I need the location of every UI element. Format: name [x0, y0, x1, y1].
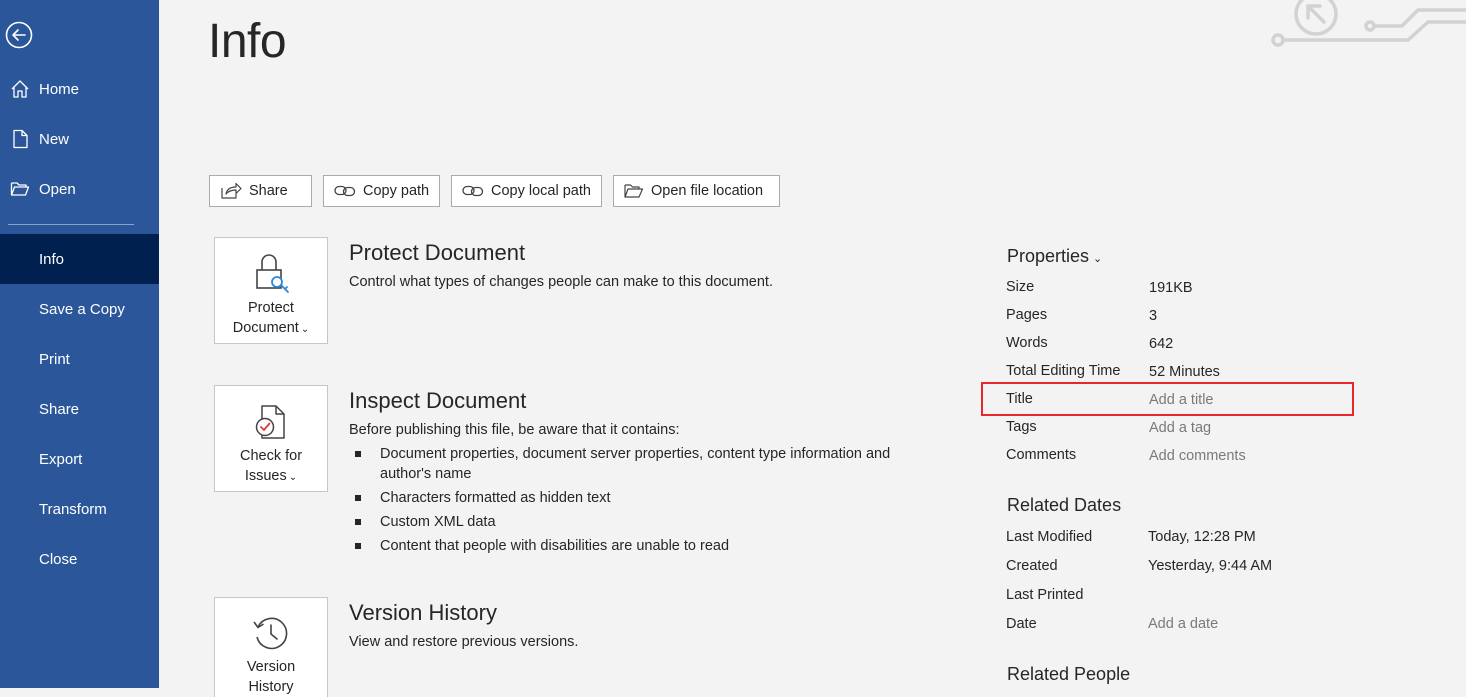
- version-history-description: View and restore previous versions.: [349, 634, 579, 650]
- copy-local-path-button[interactable]: Copy local path: [451, 175, 602, 207]
- back-button[interactable]: [4, 20, 34, 50]
- home-icon: [0, 79, 39, 99]
- tile-label-line: Issues: [244, 468, 287, 484]
- comments-field[interactable]: Add comments: [1149, 448, 1246, 464]
- backstage-sidebar: Home New Open Info Save a Copy Print Sha…: [0, 0, 159, 688]
- link-icon: [334, 184, 356, 198]
- new-document-icon: [0, 129, 39, 149]
- protect-document-button[interactable]: Protect Document ⌄: [214, 237, 328, 344]
- properties-heading: Properties: [1007, 246, 1090, 266]
- inspect-document-icon: [252, 398, 290, 442]
- chevron-down-icon: ⌄: [288, 472, 298, 483]
- protect-document-label: Protect Document ⌄: [233, 298, 309, 340]
- protect-document-description: Control what types of changes people can…: [349, 274, 773, 290]
- tile-label-line: Protect: [248, 300, 294, 316]
- property-label-size: Size: [1006, 279, 1035, 295]
- title-field[interactable]: Add a title: [1149, 392, 1214, 408]
- tile-label-line: Document: [232, 320, 299, 336]
- date-label-date: Date: [1006, 616, 1037, 632]
- sidebar-item-share[interactable]: Share: [0, 384, 159, 434]
- list-item: Custom XML data: [349, 512, 929, 532]
- property-label-pages: Pages: [1006, 307, 1048, 323]
- sidebar-item-open[interactable]: Open: [0, 164, 159, 214]
- open-file-location-button[interactable]: Open file location: [613, 175, 780, 207]
- check-for-issues-label: Check for Issues ⌄: [240, 446, 302, 488]
- inspect-document-description: Before publishing this file, be aware th…: [349, 422, 680, 438]
- share-icon: [220, 182, 242, 200]
- copy-path-button-label: Copy path: [363, 183, 430, 199]
- inspect-document-list: Document properties, document server pro…: [349, 444, 929, 560]
- check-for-issues-button[interactable]: Check for Issues ⌄: [214, 385, 328, 492]
- sidebar-item-label: Info: [39, 250, 65, 268]
- share-button-label: Share: [249, 183, 288, 199]
- page-title: Info: [208, 15, 287, 68]
- inspect-document-title: Inspect Document: [349, 388, 527, 413]
- sidebar-item-print[interactable]: Print: [0, 334, 159, 384]
- tile-label-line: History: [248, 679, 294, 695]
- back-arrow-icon: [5, 21, 33, 49]
- date-field[interactable]: Add a date: [1148, 616, 1218, 632]
- sidebar-divider: [8, 224, 134, 225]
- sidebar-item-label: Home: [39, 80, 80, 98]
- property-label-words: Words: [1006, 335, 1048, 351]
- open-folder-icon: [0, 179, 39, 199]
- date-value-created: Yesterday, 9:44 AM: [1148, 558, 1273, 574]
- lock-key-icon: [251, 250, 291, 294]
- sidebar-item-new[interactable]: New: [0, 114, 159, 164]
- related-dates-heading: Related Dates: [1007, 495, 1122, 515]
- sidebar-item-transform[interactable]: Transform: [0, 484, 159, 534]
- version-history-label: Version History: [247, 657, 295, 697]
- protect-document-title: Protect Document: [349, 240, 526, 265]
- tile-label-line: Check for: [239, 448, 303, 464]
- sidebar-item-home[interactable]: Home: [0, 64, 159, 114]
- property-label-tags: Tags: [1006, 419, 1037, 435]
- sidebar-item-label: Export: [39, 450, 83, 468]
- sidebar-item-label: Open: [39, 180, 76, 198]
- copy-local-path-button-label: Copy local path: [491, 183, 591, 199]
- circuit-decoration-icon: [1271, 0, 1466, 47]
- share-button[interactable]: Share: [209, 175, 312, 207]
- sidebar-item-label: Share: [39, 400, 80, 418]
- date-value-last-modified: Today, 12:28 PM: [1148, 529, 1256, 545]
- sidebar-item-info[interactable]: Info: [0, 234, 159, 284]
- list-item: Content that people with disabilities ar…: [349, 536, 929, 556]
- version-history-title: Version History: [349, 600, 497, 625]
- date-label-last-printed: Last Printed: [1006, 587, 1084, 603]
- open-folder-icon: [624, 183, 644, 199]
- date-label-last-modified: Last Modified: [1006, 529, 1093, 545]
- tags-field[interactable]: Add a tag: [1149, 420, 1211, 436]
- property-value-words: 642: [1149, 336, 1174, 352]
- sidebar-item-save-a-copy[interactable]: Save a Copy: [0, 284, 159, 334]
- sidebar-item-close[interactable]: Close: [0, 534, 159, 584]
- related-people-heading: Related People: [1007, 664, 1131, 684]
- version-history-button[interactable]: Version History: [214, 597, 328, 697]
- date-label-created: Created: [1006, 558, 1058, 574]
- properties-dropdown[interactable]: Properties ⌄: [1007, 246, 1102, 267]
- property-value-editing-time: 52 Minutes: [1149, 364, 1220, 380]
- property-label-comments: Comments: [1006, 447, 1077, 463]
- sidebar-item-label: Save a Copy: [39, 300, 125, 318]
- sidebar-item-label: Close: [39, 550, 78, 568]
- open-file-location-button-label: Open file location: [651, 183, 764, 199]
- property-label-title: Title: [1006, 391, 1033, 407]
- sidebar-item-export[interactable]: Export: [0, 434, 159, 484]
- tile-label-line: Version: [246, 659, 296, 675]
- property-value-size: 191KB: [1149, 280, 1193, 296]
- chevron-down-icon: ⌄: [1093, 253, 1103, 265]
- link-icon: [462, 184, 484, 198]
- list-item: Characters formatted as hidden text: [349, 488, 929, 508]
- copy-path-button[interactable]: Copy path: [323, 175, 440, 207]
- clock-history-icon: [251, 610, 291, 653]
- sidebar-item-label: New: [39, 130, 70, 148]
- sidebar-item-label: Print: [39, 350, 70, 368]
- list-item: Document properties, document server pro…: [349, 444, 929, 484]
- property-label-editing-time: Total Editing Time: [1006, 363, 1121, 379]
- chevron-down-icon: ⌄: [300, 324, 310, 335]
- property-value-pages: 3: [1149, 308, 1158, 324]
- sidebar-item-label: Transform: [39, 500, 107, 518]
